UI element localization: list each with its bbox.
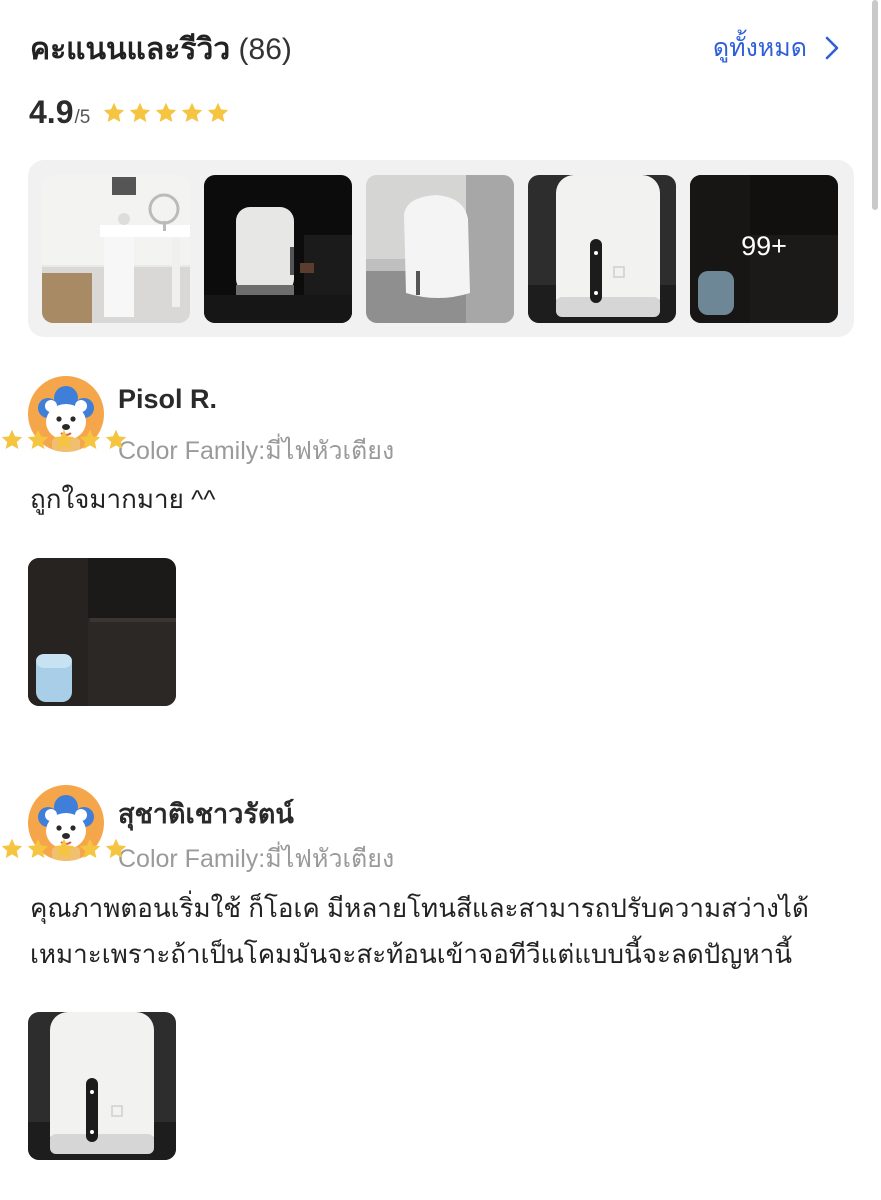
star-icon [0,837,24,861]
review-text-line: เหมาะเพราะถ้าเป็นโคมมันจะสะท้อนเข้าจอทีว… [30,939,792,969]
chevron-right-icon [825,36,839,60]
star-icon [104,837,128,861]
page-scrollbar[interactable] [872,0,878,210]
review-text: คุณภาพตอนเริ่มใช้ ก็โอเค มีหลายโทนสีและส… [30,885,851,977]
rating-value: 4.9 [29,94,74,130]
star-icon [128,101,152,125]
star-icon [102,101,126,125]
reviewer-name: สุชาติเชาวรัตน์ [118,799,294,829]
star-icon [0,428,24,452]
average-rating: 4.9 /5 [29,94,230,131]
gallery-photo[interactable] [204,175,352,323]
view-all-link[interactable]: ดูทั้งหมด [713,28,843,68]
view-all-label: ดูทั้งหมด [712,34,807,62]
star-icon [26,428,50,452]
star-icon [206,101,230,125]
review-photo[interactable] [28,1012,176,1160]
gallery-more-photos[interactable]: 99+ [690,175,838,323]
review-photo[interactable] [28,558,176,706]
reviews-section-title: คะแนนและรีวิว (86) [30,26,292,73]
more-photos-count: 99+ [741,231,787,261]
gallery-photo[interactable] [366,175,514,323]
star-icon [78,428,102,452]
review-count: (86) [238,33,292,66]
gallery-photo[interactable] [42,175,190,323]
rating-max: /5 [74,107,91,128]
rating-stars [102,101,230,125]
review-photo-gallery: 99+ [28,160,854,337]
star-icon [104,428,128,452]
review-text-line: คุณภาพตอนเริ่มใช้ ก็โอเค มีหลายโทนสีและส… [30,893,809,923]
section-title-text: คะแนนและรีวิว [30,33,231,66]
star-icon [52,428,76,452]
star-icon [78,837,102,861]
gallery-photo[interactable] [528,175,676,323]
reviewer-name: Pisol R. [118,384,218,414]
review-text: ถูกใจมากมาย ^^ [30,484,216,514]
star-icon [52,837,76,861]
review-stars [0,428,881,452]
star-icon [180,101,204,125]
star-icon [154,101,178,125]
review-stars [0,837,881,861]
star-icon [26,837,50,861]
